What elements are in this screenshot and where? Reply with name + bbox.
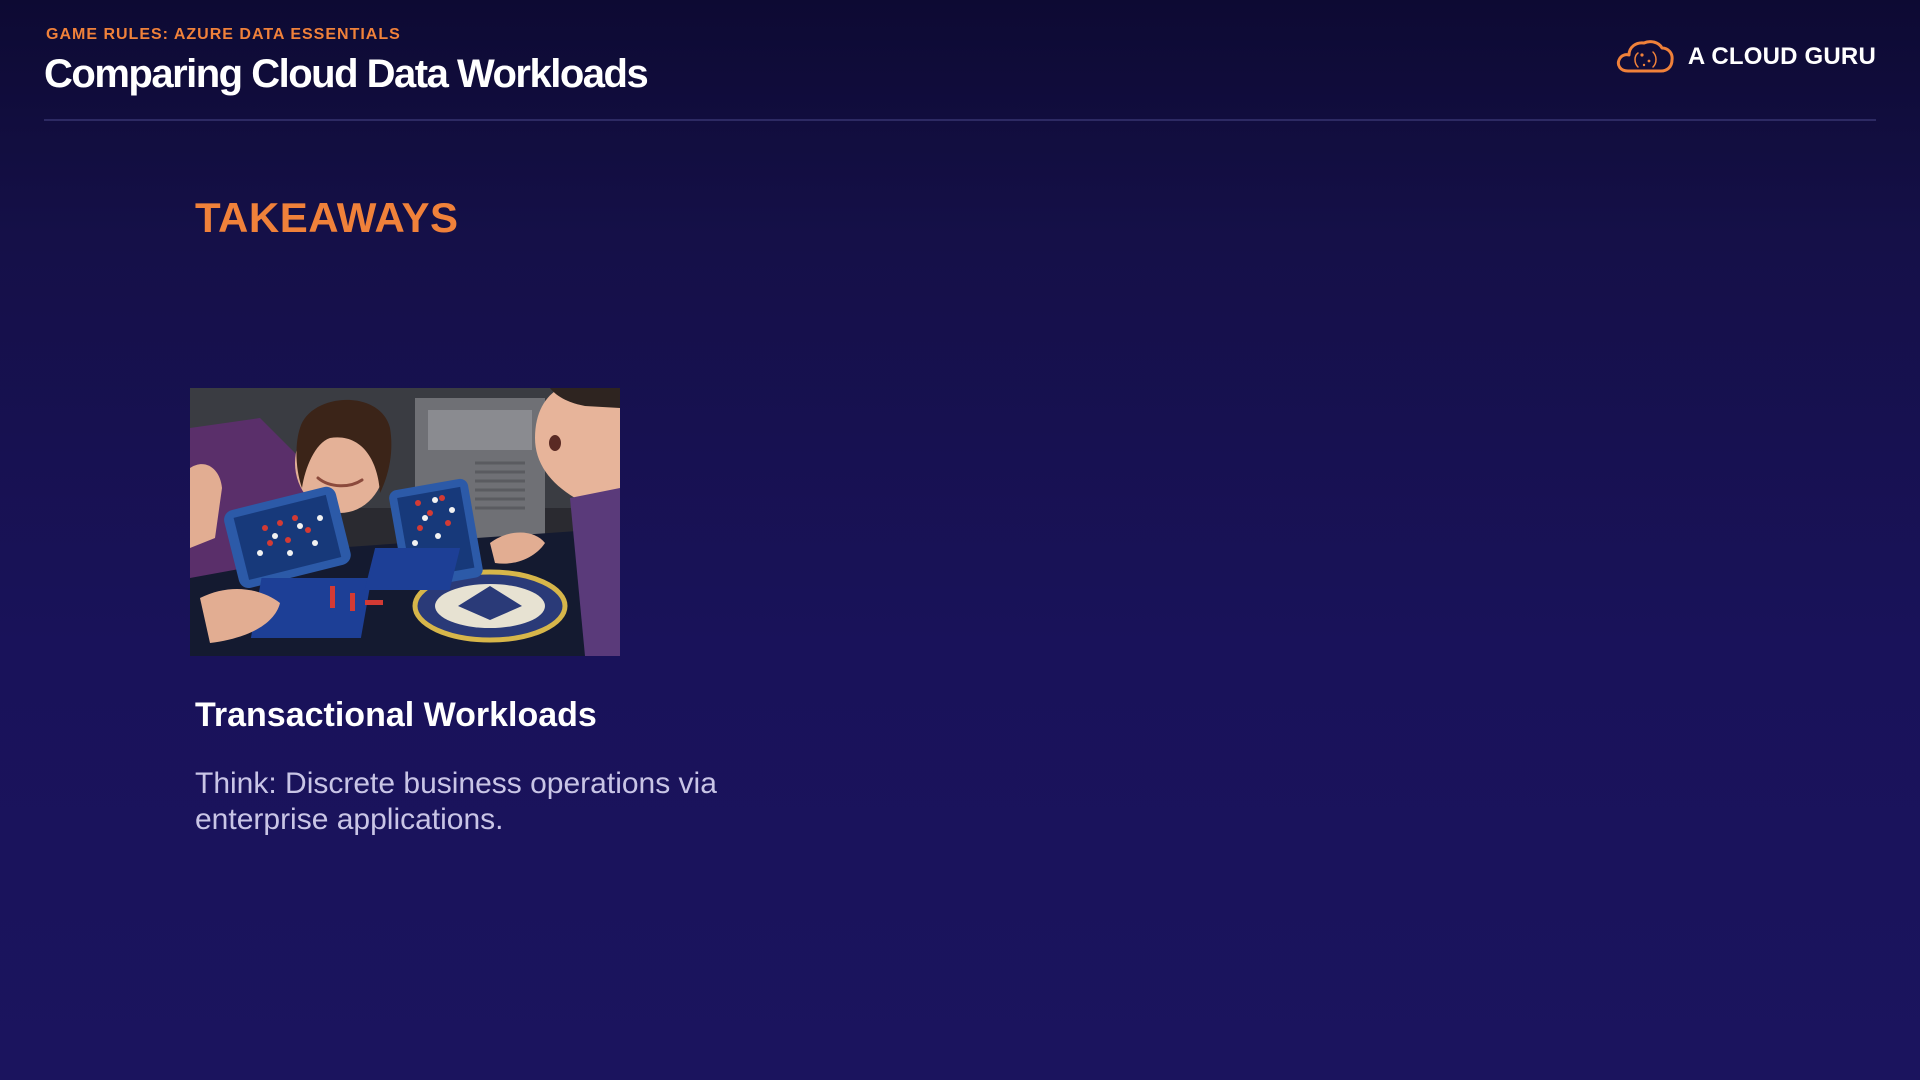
course-eyebrow: GAME RULES: AZURE DATA ESSENTIALS bbox=[46, 26, 401, 43]
brand-name: A CLOUD GURU bbox=[1687, 43, 1876, 70]
brand-logo: A CLOUD GURU bbox=[1614, 37, 1876, 77]
battleship-game-photo bbox=[190, 388, 620, 656]
page-title: Comparing Cloud Data Workloads bbox=[44, 52, 649, 96]
slide-header: GAME RULES: AZURE DATA ESSENTIALS Compar… bbox=[44, 22, 1876, 120]
cloud-logo-icon bbox=[1616, 40, 1674, 73]
section-heading: TAKEAWAYS bbox=[195, 194, 459, 241]
card-description: Think: Discrete business operations via … bbox=[195, 767, 717, 836]
card-title: Transactional Workloads bbox=[195, 696, 597, 734]
header-divider bbox=[44, 119, 1876, 121]
